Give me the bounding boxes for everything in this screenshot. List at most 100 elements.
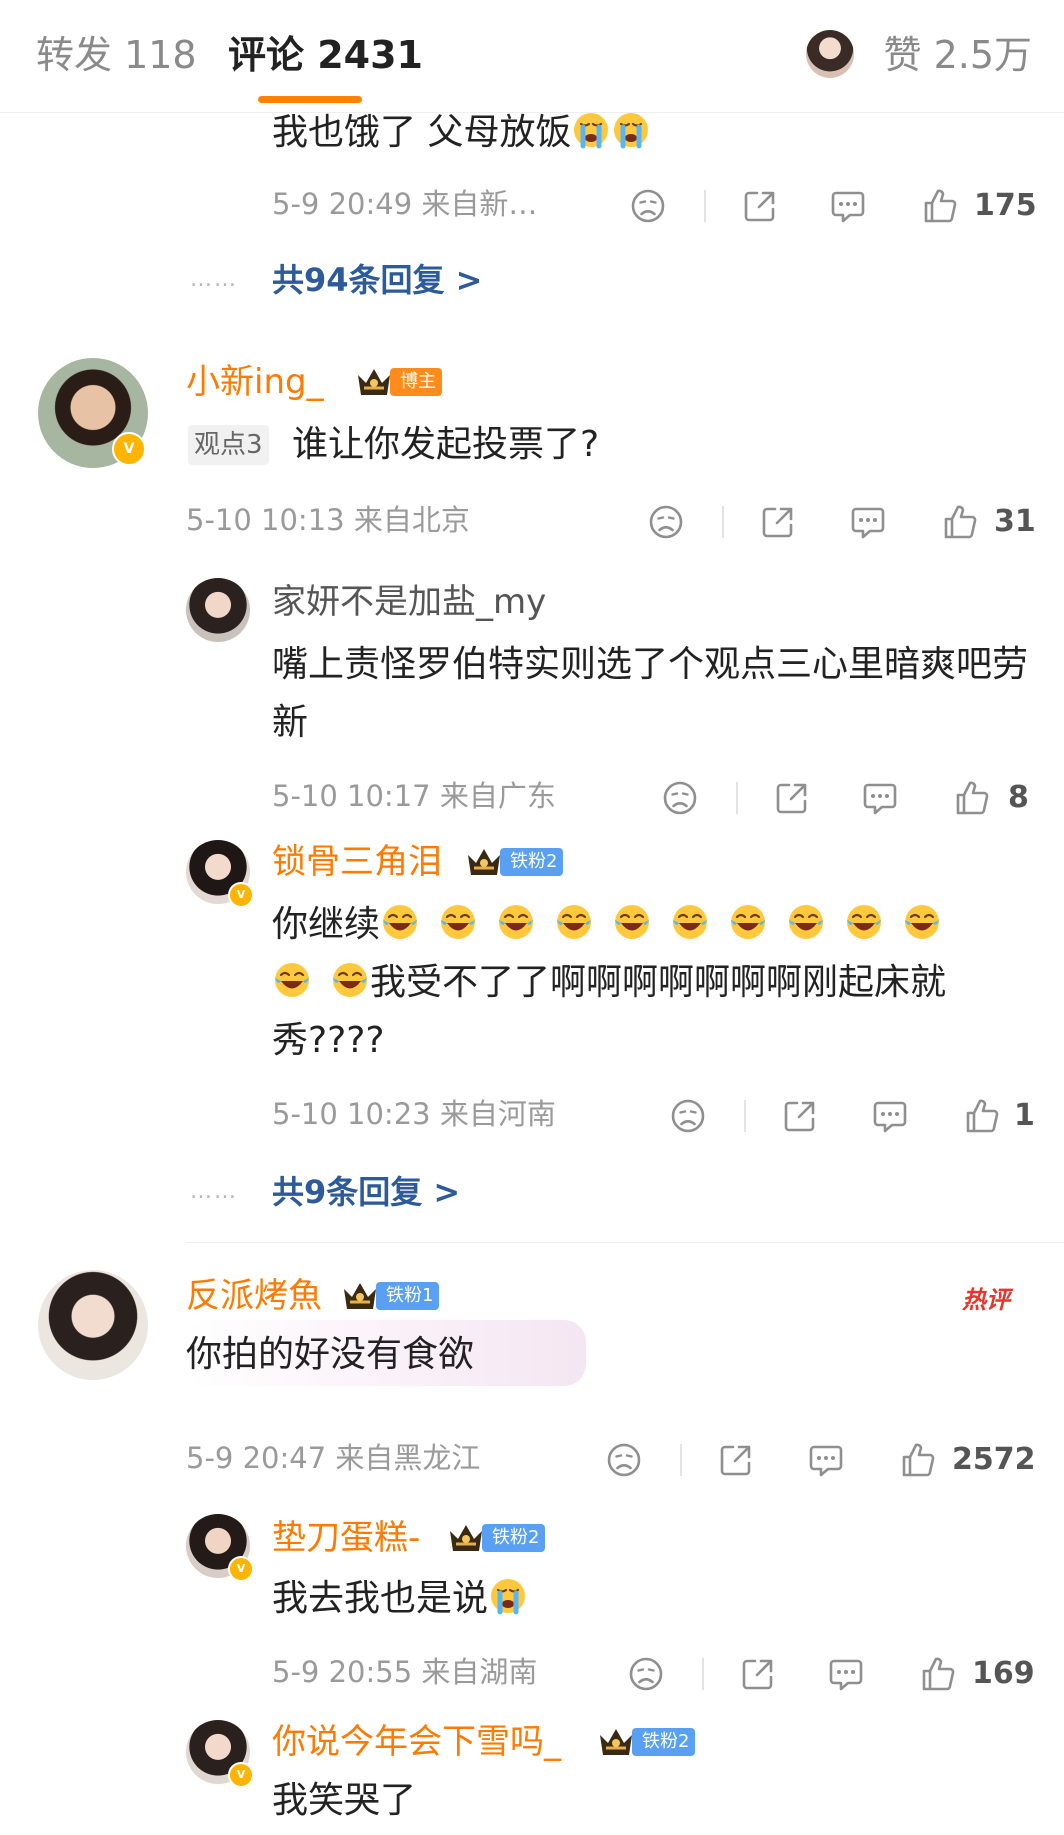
comment-text-body: 我也饿了 父母放饭 xyxy=(272,112,572,153)
like-icon[interactable] xyxy=(898,1440,938,1480)
like-count: 2572 xyxy=(952,1442,1036,1477)
reply-meta: 5-9 20:55 来自湖南 xyxy=(272,1655,538,1689)
crown-icon xyxy=(342,1280,378,1312)
reply-meta: 5-10 10:17 来自广东 xyxy=(272,779,556,813)
dislike-icon[interactable] xyxy=(628,186,668,226)
like-icon[interactable] xyxy=(920,186,960,226)
comment-icon[interactable] xyxy=(848,502,888,542)
comment-icon[interactable] xyxy=(870,1096,910,1136)
username[interactable]: 小新ing_ xyxy=(186,360,324,404)
fan-badge: 铁粉2 xyxy=(500,848,564,876)
fan-badge: 铁粉2 xyxy=(482,1524,546,1552)
crown-icon xyxy=(598,1726,634,1758)
view-replies-link[interactable]: 共94条回复 > xyxy=(272,258,483,302)
comment-icon[interactable] xyxy=(826,1654,866,1694)
comment-meta: 5-10 10:13 来自北京 xyxy=(186,503,470,537)
tab-repost[interactable]: 转发 118 xyxy=(36,30,197,80)
tab-likes[interactable]: 赞 2.5万 xyxy=(883,30,1032,80)
cry-emoji xyxy=(571,110,611,150)
cry-emoji xyxy=(488,1576,528,1616)
verified-icon: V xyxy=(228,1556,254,1582)
divider xyxy=(722,506,724,538)
verified-icon: V xyxy=(228,1762,254,1788)
username[interactable]: 锁骨三角泪 xyxy=(272,840,442,884)
reply-dots: …… xyxy=(190,267,238,292)
fan-badge: 铁粉2 xyxy=(632,1728,696,1756)
verified-icon: V xyxy=(112,432,146,466)
laugh-cry-emoji xyxy=(670,902,710,942)
laugh-cry-emoji xyxy=(612,902,652,942)
username[interactable]: 反派烤魚 xyxy=(186,1274,322,1318)
laugh-cry-emoji xyxy=(380,902,420,942)
fan-badge: 铁粉1 xyxy=(376,1282,440,1310)
like-count: 1 xyxy=(1014,1098,1035,1133)
laugh-cry-emoji xyxy=(786,902,826,942)
dislike-icon[interactable] xyxy=(646,502,686,542)
laugh-cry-emoji xyxy=(844,902,884,942)
comment-meta: 5-9 20:49 来自新… xyxy=(272,187,538,221)
comment-meta: 5-9 20:47 来自黑龙江 xyxy=(186,1441,481,1475)
laugh-cry-emoji xyxy=(902,902,942,942)
reply-text: 嘴上责怪罗伯特实则选了个观点三心里暗爽吧劳新 xyxy=(272,644,1029,743)
reply-text: 我去我也是说 xyxy=(272,1570,528,1628)
like-count: 8 xyxy=(1008,780,1029,815)
view-replies-link[interactable]: 共9条回复 > xyxy=(272,1170,460,1214)
comment-text: 谁让你发起投票了? xyxy=(292,424,600,465)
like-count: 169 xyxy=(972,1656,1035,1691)
viewpoint-tag: 观点3 xyxy=(188,425,269,465)
like-count: 175 xyxy=(974,188,1037,223)
reply-text-body: 你继续 xyxy=(272,904,381,945)
liker-avatar[interactable] xyxy=(806,30,854,78)
crown-icon xyxy=(356,366,392,398)
dislike-icon[interactable] xyxy=(626,1654,666,1694)
like-icon[interactable] xyxy=(940,502,980,542)
avatar[interactable] xyxy=(38,1270,148,1380)
divider xyxy=(680,1444,682,1476)
like-icon[interactable] xyxy=(918,1654,958,1694)
divider xyxy=(744,1100,746,1132)
dislike-icon[interactable] xyxy=(660,778,700,818)
laugh-cry-emoji xyxy=(554,902,594,942)
hot-comment-label: 热评 xyxy=(962,1286,1010,1314)
comment-divider xyxy=(186,1242,1064,1243)
share-icon[interactable] xyxy=(740,186,780,226)
active-tab-indicator xyxy=(258,96,362,103)
username[interactable]: 你说今年会下雪吗_ xyxy=(272,1720,561,1764)
tab-comments[interactable]: 评论 2431 xyxy=(228,30,423,80)
share-icon[interactable] xyxy=(780,1096,820,1136)
comment-icon[interactable] xyxy=(860,778,900,818)
reply-text: 我笑哭了 xyxy=(272,1780,417,1821)
like-icon[interactable] xyxy=(952,778,992,818)
divider xyxy=(702,1658,704,1690)
comment-tab-bar: 转发 118 评论 2431 赞 2.5万 xyxy=(0,0,1064,113)
comment-icon[interactable] xyxy=(828,186,868,226)
share-icon[interactable] xyxy=(758,502,798,542)
username[interactable]: 家妍不是加盐_my xyxy=(272,580,546,624)
crown-icon xyxy=(448,1522,484,1554)
share-icon[interactable] xyxy=(738,1654,778,1694)
divider xyxy=(704,190,706,222)
share-icon[interactable] xyxy=(772,778,812,818)
reply-meta: 5-10 10:23 来自河南 xyxy=(272,1097,556,1131)
username[interactable]: 垫刀蛋糕- xyxy=(272,1516,420,1560)
blogger-badge: 博主 xyxy=(390,368,442,396)
verified-icon: V xyxy=(228,882,254,908)
divider xyxy=(736,782,738,814)
like-icon[interactable] xyxy=(962,1096,1002,1136)
reply-text-body: 我去我也是说 xyxy=(272,1578,489,1619)
dislike-icon[interactable] xyxy=(668,1096,708,1136)
like-count: 31 xyxy=(994,504,1036,539)
crown-icon xyxy=(466,846,502,878)
avatar[interactable] xyxy=(186,578,250,642)
laugh-cry-emoji xyxy=(496,902,536,942)
laugh-cry-emoji xyxy=(272,960,312,1000)
reply-dots: …… xyxy=(190,1179,238,1204)
reply-text: 你继续 我受不了了啊啊啊啊啊啊啊刚起床就秀???? xyxy=(272,896,1042,1070)
comment-text: 我也饿了 父母放饭 xyxy=(272,104,651,162)
comment-icon[interactable] xyxy=(806,1440,846,1480)
laugh-cry-emoji xyxy=(728,902,768,942)
laugh-cry-emoji xyxy=(330,960,370,1000)
comment-text: 你拍的好没有食欲 xyxy=(186,1334,475,1375)
dislike-icon[interactable] xyxy=(604,1440,644,1480)
share-icon[interactable] xyxy=(716,1440,756,1480)
